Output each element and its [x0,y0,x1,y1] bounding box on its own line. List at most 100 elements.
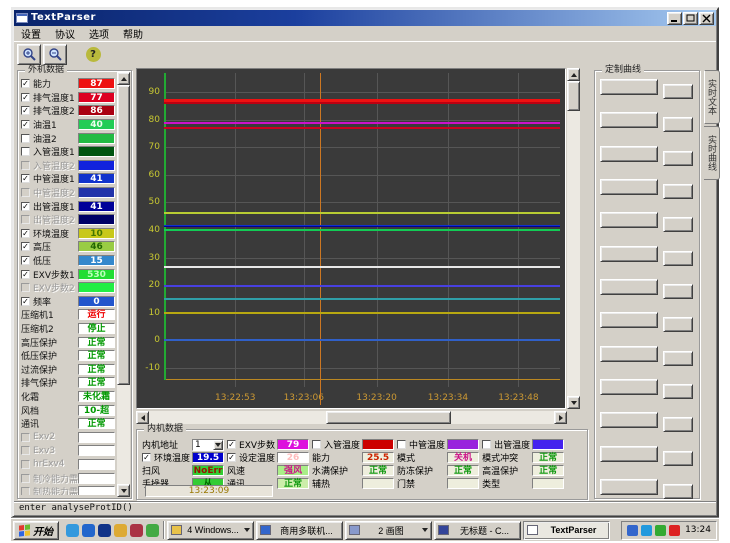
menu-item-选项[interactable]: 选项 [89,26,109,41]
checkbox[interactable] [21,161,30,170]
curve-name-button[interactable] [600,246,658,262]
curve-name-button[interactable] [600,412,658,428]
curve-name-button[interactable] [600,146,658,162]
checkbox[interactable]: ✓ [227,440,236,449]
chart-horizontal-scrollbar[interactable] [136,411,567,424]
scroll-thumb[interactable] [326,411,451,424]
curve-value-button[interactable] [663,84,693,99]
maximize-button[interactable] [683,12,698,25]
checkbox[interactable] [312,440,321,449]
sidebar-item-label: 排气温度2 [33,104,78,117]
checkbox[interactable]: ✓ [21,256,30,265]
curve-value-button[interactable] [663,284,693,299]
taskbar-button[interactable]: TextParser [523,521,610,540]
browser-icon[interactable] [66,524,79,537]
curve-name-button[interactable] [600,79,658,95]
curve-value-button[interactable] [663,317,693,332]
curve-value-button[interactable] [663,184,693,199]
curve-name-button[interactable] [600,279,658,295]
menu-item-协议[interactable]: 协议 [55,26,75,41]
network-icon[interactable] [627,525,638,536]
clock: 13:24 [683,525,711,535]
curve-value-button[interactable] [663,117,693,132]
checkbox[interactable]: ✓ [21,229,30,238]
checkbox[interactable] [21,134,30,143]
checkbox[interactable]: ✓ [21,120,30,129]
curve-value-button[interactable] [663,484,693,499]
curve-name-button[interactable] [600,179,658,195]
checkbox[interactable] [21,215,30,224]
sidebar-scrollbar[interactable] [117,72,130,497]
messenger-icon[interactable] [98,524,111,537]
curve-value-button[interactable] [663,151,693,166]
scroll-down-button[interactable] [567,396,580,409]
checkbox[interactable]: ✓ [21,106,30,115]
checkbox[interactable]: ✓ [21,174,30,183]
checkbox[interactable]: ✓ [142,453,151,462]
taskbar-button[interactable]: 无标题 - C... [434,521,521,540]
download-icon[interactable] [669,525,680,536]
scroll-right-button[interactable] [554,411,567,424]
checkbox[interactable]: ✓ [21,93,30,102]
close-button[interactable] [699,12,714,25]
antivirus-icon[interactable] [655,525,666,536]
value-badge: 正常 [362,465,394,476]
checkbox[interactable] [21,188,30,197]
scroll-thumb[interactable] [117,85,130,385]
checkbox[interactable] [21,460,30,469]
curve-name-button[interactable] [600,112,658,128]
start-button[interactable]: 开始 [13,521,59,540]
mail-icon[interactable] [82,524,95,537]
curve-value-button[interactable] [663,451,693,466]
checkbox[interactable] [482,440,491,449]
checkbox[interactable]: ✓ [227,453,236,462]
curve-name-button[interactable] [600,479,658,495]
curve-value-button[interactable] [663,384,693,399]
indoor-address-dropdown[interactable]: 1 [192,439,224,451]
sidebar-row: EXV步数2 [21,281,115,295]
taskbar-button[interactable]: 2 画图 [345,521,432,540]
checkbox[interactable]: ✓ [21,79,30,88]
zoom-in-button[interactable] [17,44,41,65]
scroll-left-button[interactable] [136,411,149,424]
curve-value-button[interactable] [663,217,693,232]
curve-name-button[interactable] [600,312,658,328]
taskbar-button[interactable]: 商用多联机... [256,521,343,540]
checkbox[interactable]: ✓ [21,202,30,211]
menu-item-设置[interactable]: 设置 [21,26,41,41]
curve-name-button[interactable] [600,379,658,395]
checkbox[interactable] [21,147,30,156]
curve-name-button[interactable] [600,446,658,462]
scroll-up-button[interactable] [117,72,130,85]
chart-vertical-scrollbar[interactable] [567,68,580,409]
checkbox[interactable] [397,440,406,449]
curve-value-button[interactable] [663,251,693,266]
checkbox[interactable] [21,446,30,455]
checkbox[interactable] [21,433,30,442]
tab-实时文本[interactable]: 实时文本 [704,70,720,124]
checkbox[interactable] [21,487,30,495]
tab-实时曲线[interactable]: 实时曲线 [704,126,720,180]
checkbox[interactable] [21,474,30,483]
checkbox[interactable]: ✓ [21,270,30,279]
menu-item-帮助[interactable]: 帮助 [123,26,143,41]
scroll-thumb[interactable] [567,81,580,111]
curve-value-button[interactable] [663,417,693,432]
security-icon[interactable] [130,524,143,537]
taskbar-button[interactable]: 4 Windows... [167,521,254,540]
volume-icon[interactable] [641,525,652,536]
scroll-down-button[interactable] [117,484,130,497]
curve-name-button[interactable] [600,212,658,228]
checkbox[interactable]: ✓ [21,242,30,251]
checkbox[interactable] [21,283,30,292]
tool-icon[interactable] [146,524,159,537]
folder-icon[interactable] [114,524,127,537]
help-button[interactable]: ? [81,44,105,65]
zoom-out-button[interactable] [43,44,67,65]
dropdown-arrow-icon[interactable] [213,440,223,450]
checkbox[interactable]: ✓ [21,297,30,306]
curve-name-button[interactable] [600,346,658,362]
scroll-up-button[interactable] [567,68,580,81]
minimize-button[interactable] [667,12,682,25]
curve-value-button[interactable] [663,351,693,366]
